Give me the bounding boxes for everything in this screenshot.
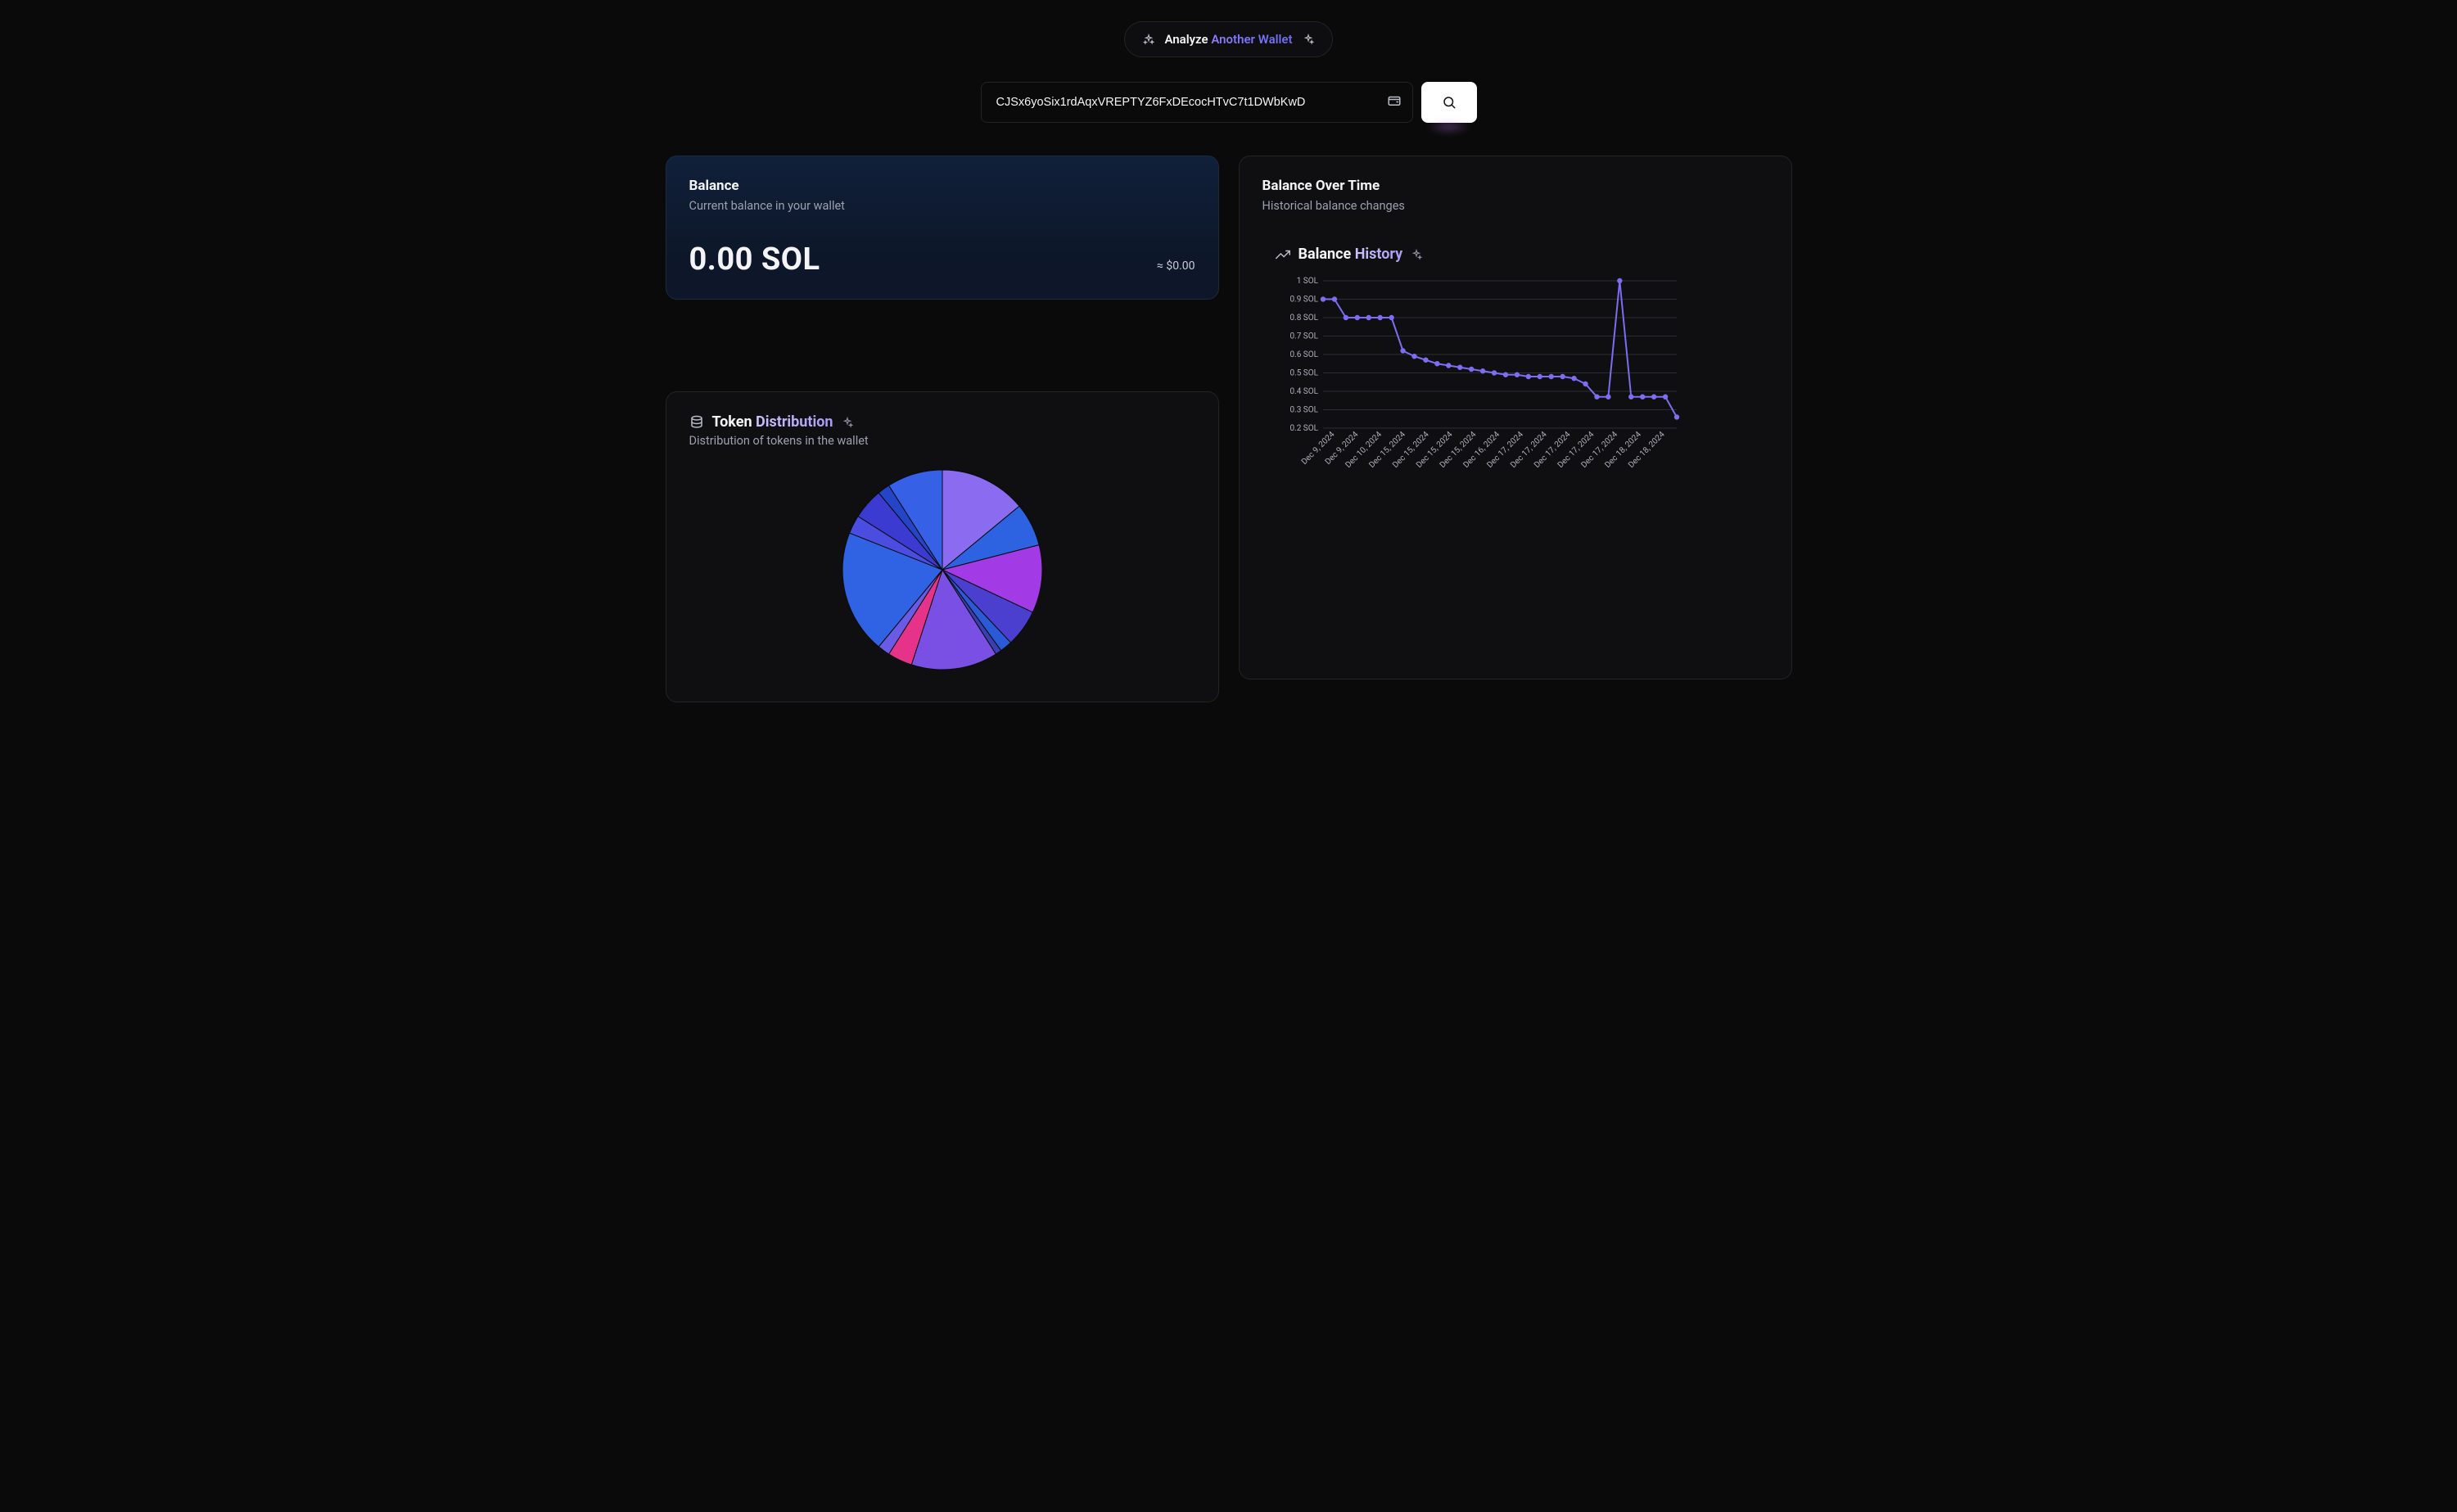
database-icon bbox=[689, 415, 704, 430]
history-title: Balance Over Time bbox=[1262, 178, 1768, 194]
token-dist-subtitle: Distribution of tokens in the wallet bbox=[689, 434, 1195, 448]
analyze-badge-text: Analyze Another Wallet bbox=[1164, 32, 1292, 47]
svg-text:0.5 SOL: 0.5 SOL bbox=[1289, 369, 1318, 378]
balance-subtitle: Current balance in your wallet bbox=[689, 199, 1195, 213]
wallet-icon bbox=[1387, 93, 1402, 111]
search-button[interactable] bbox=[1421, 82, 1477, 123]
svg-text:0.3 SOL: 0.3 SOL bbox=[1289, 406, 1318, 415]
balance-title: Balance bbox=[689, 178, 1195, 194]
sparkle-icon bbox=[1411, 249, 1422, 260]
svg-text:1 SOL: 1 SOL bbox=[1296, 277, 1318, 286]
svg-text:0.7 SOL: 0.7 SOL bbox=[1289, 332, 1318, 341]
svg-text:0.8 SOL: 0.8 SOL bbox=[1289, 314, 1318, 323]
svg-text:0.2 SOL: 0.2 SOL bbox=[1289, 424, 1318, 433]
balance-line-chart: 0.2 SOL 0.3 SOL 0.4 SOL 0.5 SOL 0.6 SOL 0.7 S… bbox=[1276, 273, 1685, 502]
sparkle-icon bbox=[1143, 34, 1154, 45]
balance-history-card: Balance Over Time Historical balance cha… bbox=[1239, 156, 1792, 679]
svg-text:0.6 SOL: 0.6 SOL bbox=[1289, 350, 1318, 359]
svg-text:0.9 SOL: 0.9 SOL bbox=[1289, 296, 1318, 305]
token-dist-title: Token Distribution bbox=[712, 413, 833, 431]
token-pie-chart bbox=[840, 467, 1045, 672]
balance-amount: 0.00 SOL bbox=[689, 241, 820, 278]
sparkle-icon bbox=[842, 417, 853, 428]
balance-usd: ≈ $0.00 bbox=[1157, 260, 1195, 273]
wallet-address-field[interactable] bbox=[981, 82, 1413, 123]
analyze-badge: Analyze Another Wallet bbox=[1124, 21, 1332, 57]
history-subtitle: Historical balance changes bbox=[1262, 199, 1768, 213]
balance-card: Balance Current balance in your wallet 0… bbox=[666, 156, 1219, 300]
balance-history-heading: Balance History bbox=[1299, 246, 1403, 263]
svg-text:0.4 SOL: 0.4 SOL bbox=[1289, 387, 1318, 396]
token-distribution-card: Token Distribution Distribution of token… bbox=[666, 391, 1219, 702]
wallet-address-input[interactable] bbox=[981, 82, 1413, 123]
trending-up-icon bbox=[1276, 247, 1290, 262]
sparkle-icon bbox=[1303, 34, 1314, 45]
